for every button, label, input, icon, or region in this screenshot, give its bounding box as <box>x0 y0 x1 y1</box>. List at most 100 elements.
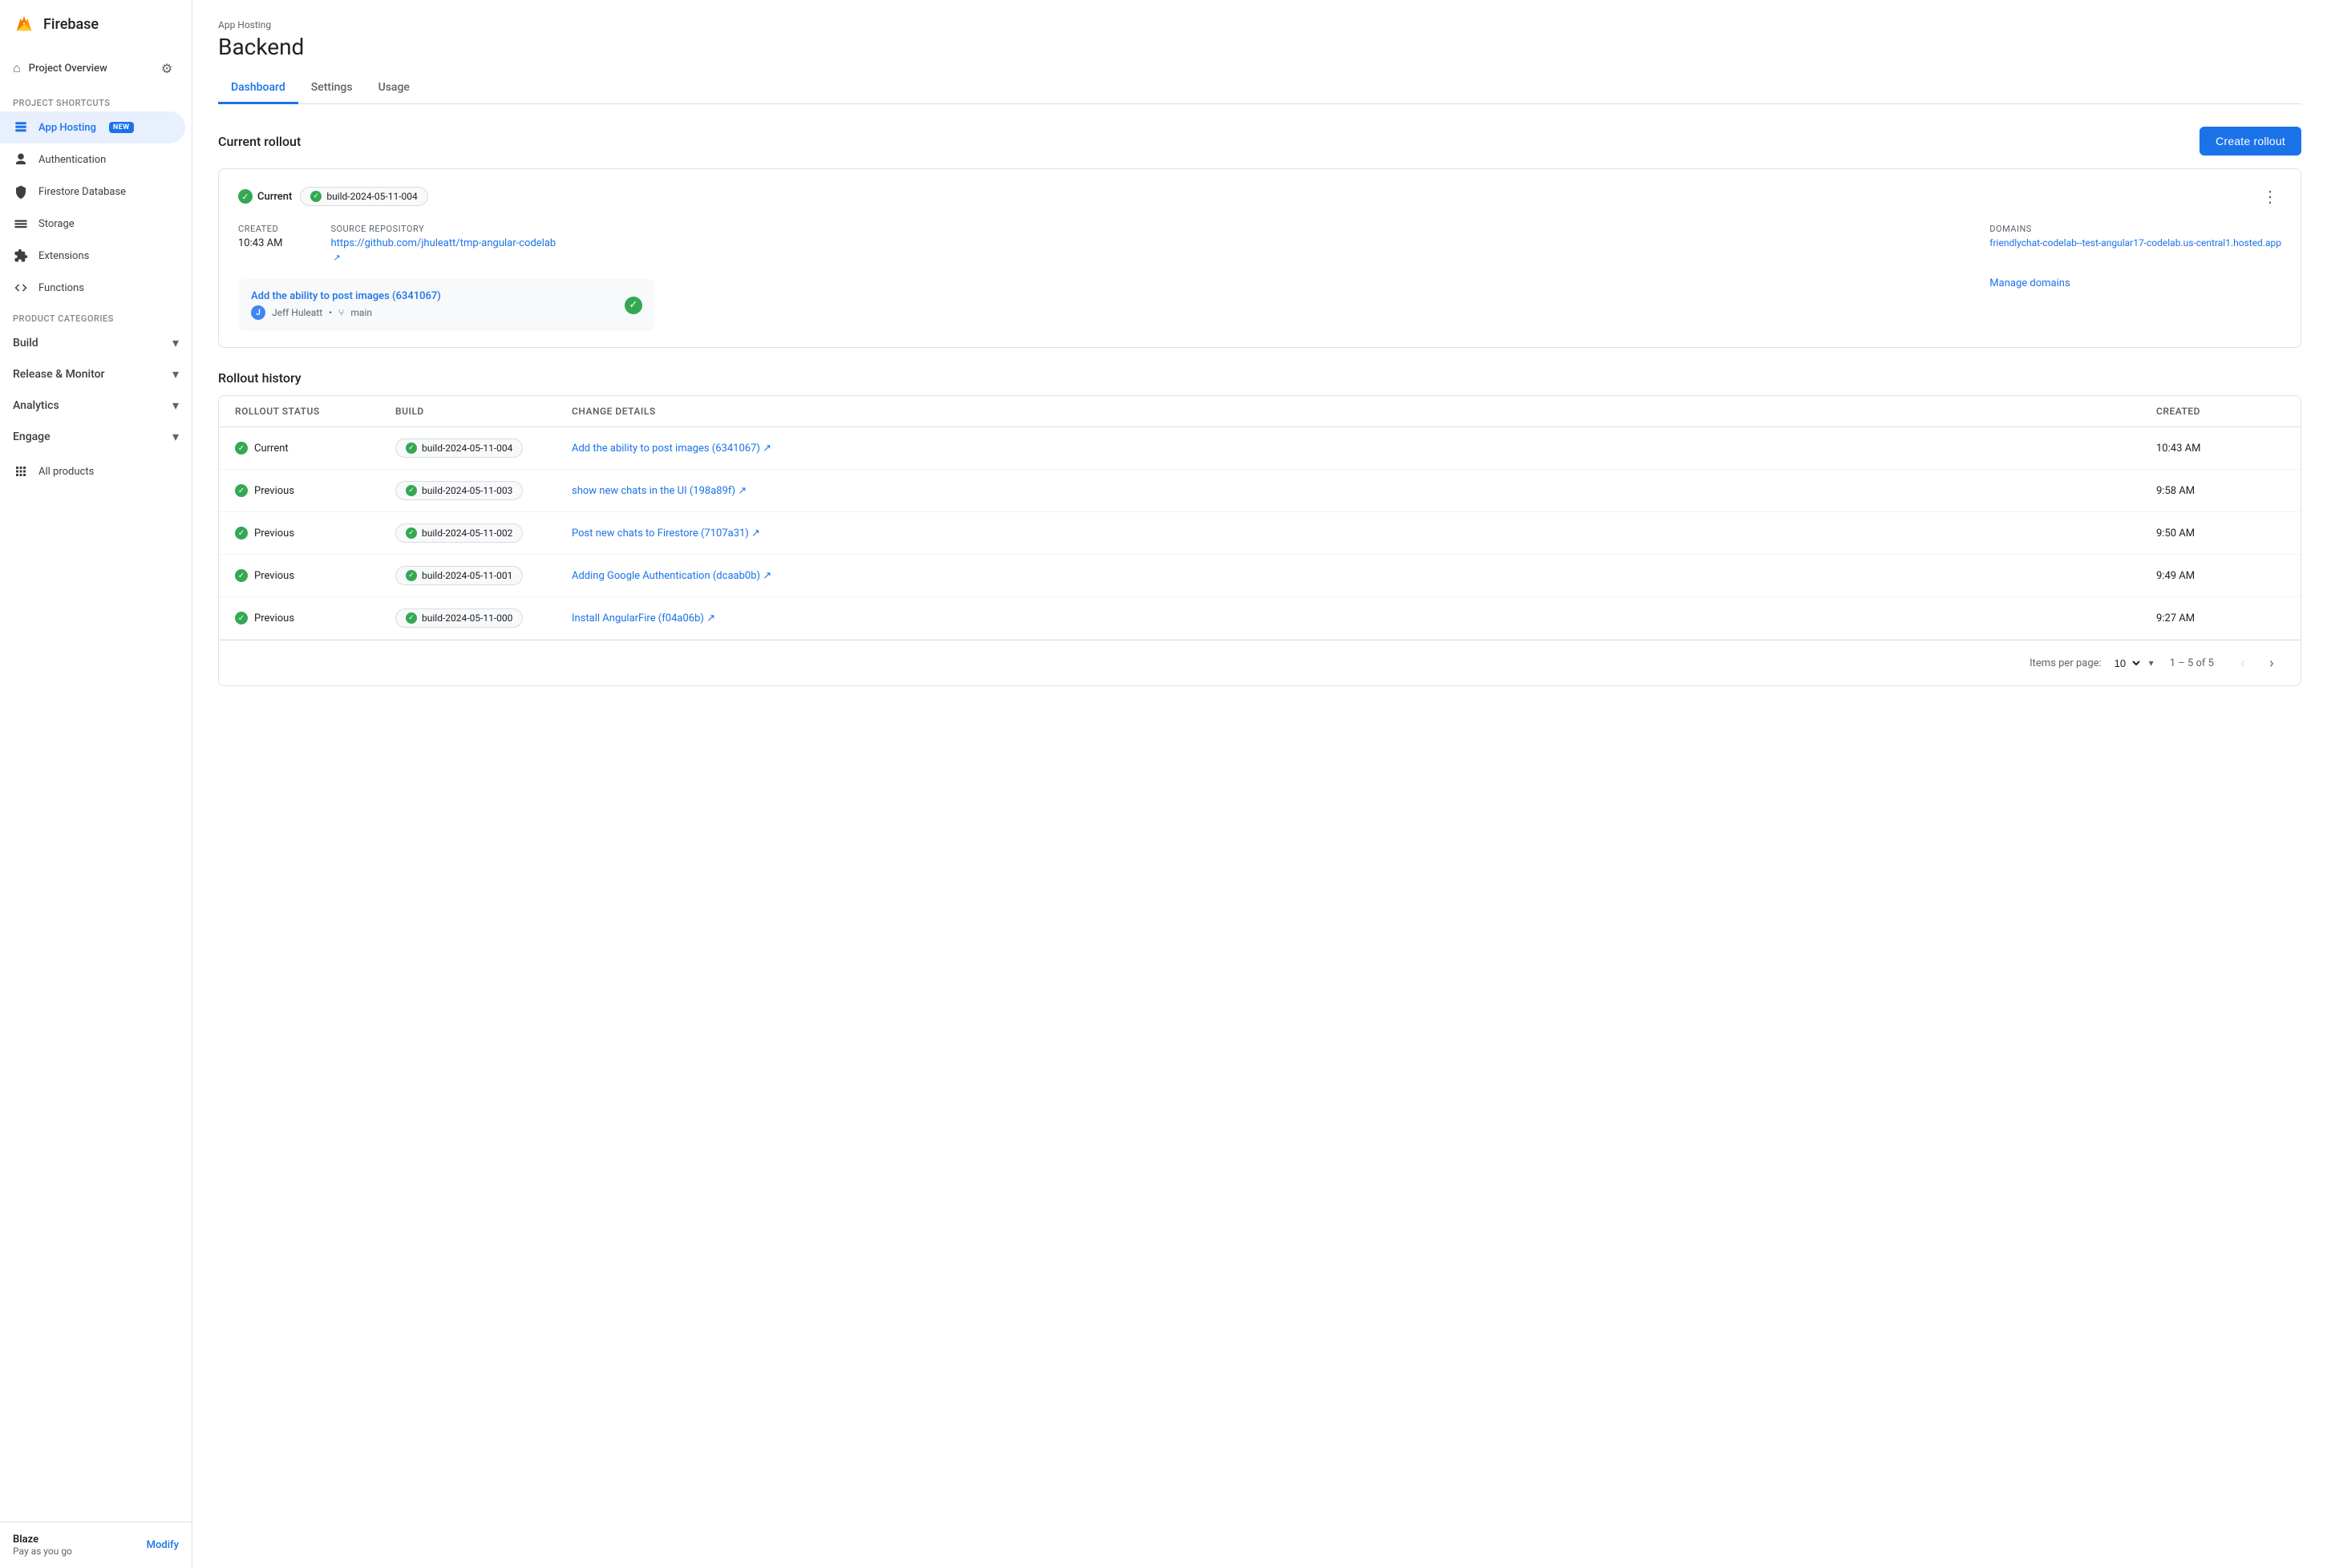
home-icon: ⌂ <box>13 60 21 76</box>
sidebar-item-authentication[interactable]: Authentication <box>0 143 185 176</box>
status-cell: ✓ Previous <box>235 569 395 582</box>
status-label: Current <box>254 443 289 455</box>
category-analytics[interactable]: Analytics ▾ <box>0 390 192 421</box>
commit-link[interactable]: Add the ability to post images (6341067) <box>251 290 441 302</box>
manage-domains-link[interactable]: Manage domains <box>1989 277 2281 289</box>
source-repo-link[interactable]: https://github.com/jhuleatt/tmp-angular-… <box>330 237 556 249</box>
source-repo-group: Source repository https://github.com/jhu… <box>330 224 556 263</box>
prev-page-button[interactable]: ‹ <box>2230 650 2256 676</box>
pagination-nav: ‹ › <box>2230 650 2285 676</box>
build-tag-row: ✓ build-2024-05-11-002 <box>395 523 523 543</box>
sidebar: Firebase ⌂ Project Overview ⚙ Project sh… <box>0 0 192 1568</box>
build-cell: ✓ build-2024-05-11-003 <box>395 481 572 500</box>
modify-button[interactable]: Modify <box>147 1539 179 1551</box>
check-circle-icon: ✓ <box>235 569 248 582</box>
table-row: ✓ Previous ✓ build-2024-05-11-001 Adding… <box>219 555 2301 597</box>
overflow-menu-button[interactable]: ⋮ <box>2259 185 2281 208</box>
status-label: Previous <box>254 570 294 582</box>
domains-group: Domains friendlychat-codelab--test-angul… <box>1989 224 2281 289</box>
table-row: ✓ Previous ✓ build-2024-05-11-000 Instal… <box>219 597 2301 640</box>
sidebar-item-app-hosting[interactable]: App Hosting NEW <box>0 111 185 143</box>
chevron-down-icon: ▾ <box>172 429 179 444</box>
app-name: Firebase <box>43 16 99 33</box>
chevron-down-icon: ▾ <box>172 335 179 350</box>
change-link[interactable]: Add the ability to post images (6341067)… <box>572 443 771 455</box>
page-title: Backend <box>218 34 2301 60</box>
plan-name: Blaze <box>13 1534 72 1546</box>
change-link[interactable]: Post new chats to Firestore (7107a31) ↗ <box>572 527 760 540</box>
created-label: Created <box>238 224 282 234</box>
build-tag-row: ✓ build-2024-05-11-004 <box>395 438 523 458</box>
plan-info: Blaze Pay as you go <box>13 1534 72 1557</box>
tab-settings[interactable]: Settings <box>298 73 366 104</box>
change-cell: show new chats in the UI (198a89f) ↗ <box>572 484 2156 497</box>
tab-dashboard[interactable]: Dashboard <box>218 73 298 104</box>
sidebar-item-label-firestore: Firestore Database <box>38 186 126 198</box>
tabs-bar: Dashboard Settings Usage <box>218 73 2301 104</box>
authentication-icon <box>13 152 29 168</box>
rollout-card-header: ✓ Current ✓ build-2024-05-11-004 ⋮ <box>238 185 2281 208</box>
build-value: build-2024-05-11-001 <box>422 570 512 581</box>
per-page-select[interactable]: 10 25 50 <box>2108 655 2143 672</box>
created-cell: 10:43 AM <box>2156 443 2285 455</box>
sidebar-item-functions[interactable]: Functions <box>0 272 185 304</box>
check-circle-icon: ✓ <box>235 484 248 497</box>
sidebar-item-label-storage: Storage <box>38 218 75 230</box>
build-cell: ✓ build-2024-05-11-001 <box>395 566 572 585</box>
created-value: 10:43 AM <box>238 237 282 249</box>
change-link[interactable]: show new chats in the UI (198a89f) ↗ <box>572 485 747 497</box>
status-label: Previous <box>254 612 294 624</box>
col-change-details: Change details <box>572 406 2156 417</box>
build-tag-row: ✓ build-2024-05-11-001 <box>395 566 523 585</box>
category-engage[interactable]: Engage ▾ <box>0 421 192 452</box>
all-products-label: All products <box>38 466 94 478</box>
build-check-icon: ✓ <box>406 570 417 581</box>
settings-button[interactable]: ⚙ <box>155 56 179 80</box>
project-overview-nav[interactable]: ⌂ Project Overview <box>13 60 107 76</box>
sidebar-item-extensions[interactable]: Extensions <box>0 240 185 272</box>
breadcrumb: App Hosting <box>218 19 2301 30</box>
create-rollout-button[interactable]: Create rollout <box>2200 127 2301 156</box>
sidebar-item-label-app-hosting: App Hosting <box>38 122 96 134</box>
project-overview-label: Project Overview <box>29 63 107 75</box>
rollout-meta: Created 10:43 AM Source repository https… <box>238 224 1957 263</box>
status-cell: ✓ Previous <box>235 484 395 497</box>
category-build[interactable]: Build ▾ <box>0 327 192 358</box>
build-tag-row: ✓ build-2024-05-11-003 <box>395 481 523 500</box>
extensions-icon <box>13 248 29 264</box>
next-page-button[interactable]: › <box>2259 650 2285 676</box>
storage-icon <box>13 216 29 232</box>
current-status-tag: ✓ Current <box>238 189 292 204</box>
firebase-logo-icon <box>13 13 35 35</box>
analytics-label: Analytics <box>13 399 59 412</box>
external-link-icon: ↗ <box>333 253 556 263</box>
sidebar-item-firestore[interactable]: Firestore Database <box>0 176 185 208</box>
col-created: Created <box>2156 406 2285 417</box>
status-label: Previous <box>254 527 294 540</box>
rollout-history-table: Rollout Status Build Change details Crea… <box>218 395 2301 686</box>
build-check-icon: ✓ <box>406 527 417 539</box>
sidebar-item-storage[interactable]: Storage <box>0 208 185 240</box>
status-label: Previous <box>254 485 294 497</box>
category-release-monitor[interactable]: Release & Monitor ▾ <box>0 358 192 390</box>
commit-author: Jeff Huleatt <box>272 307 322 318</box>
commit-check-icon: ✓ <box>625 297 642 314</box>
build-label: Build <box>13 337 38 350</box>
app-hosting-icon <box>13 119 29 135</box>
page-info: 1 – 5 of 5 <box>2170 657 2214 669</box>
change-cell: Add the ability to post images (6341067)… <box>572 442 2156 455</box>
check-circle-icon: ✓ <box>235 527 248 540</box>
change-link[interactable]: Install AngularFire (f04a06b) ↗ <box>572 612 715 624</box>
chevron-down-icon: ▾ <box>172 398 179 413</box>
tab-usage[interactable]: Usage <box>366 73 423 104</box>
project-overview-row: ⌂ Project Overview ⚙ <box>0 48 192 88</box>
change-link[interactable]: Adding Google Authentication (dcaab0b) ↗ <box>572 570 771 582</box>
build-value: build-2024-05-11-002 <box>422 527 512 539</box>
product-categories-label: Product categories <box>0 304 192 327</box>
grid-icon <box>13 463 29 479</box>
chevron-down-icon: ▾ <box>172 366 179 382</box>
build-cell: ✓ build-2024-05-11-000 <box>395 608 572 628</box>
domain-url-link[interactable]: friendlychat-codelab--test-angular17-cod… <box>1989 237 2281 249</box>
status-cell: ✓ Current <box>235 442 395 455</box>
sidebar-item-all-products[interactable]: All products <box>0 455 185 487</box>
